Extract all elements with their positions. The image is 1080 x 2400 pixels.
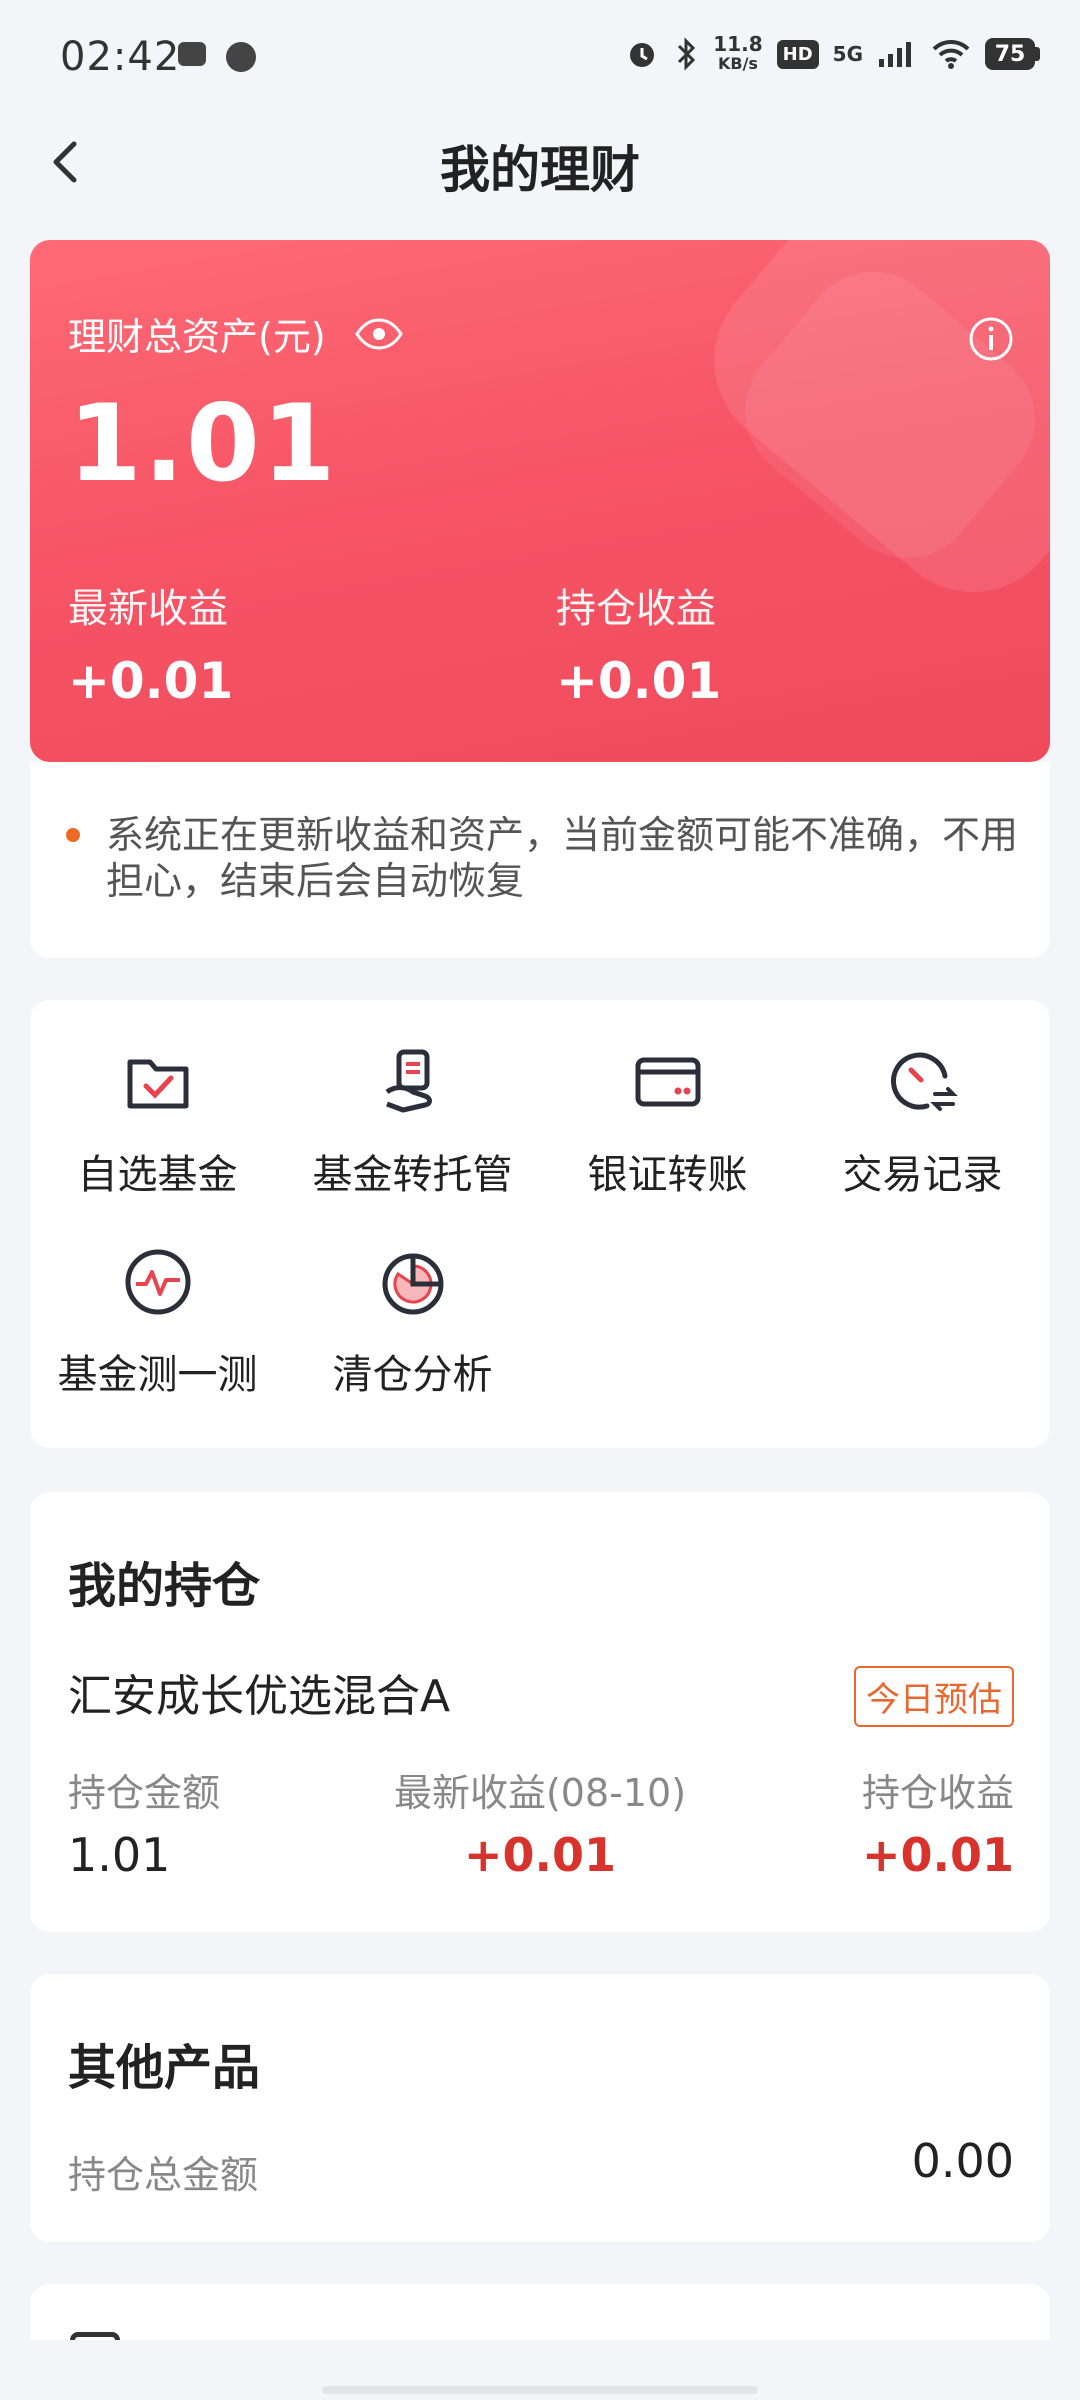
status-right-icons: 11.8 KB/s HD 5G 75	[625, 34, 1040, 74]
menu-item-label: 清仓分析	[332, 1352, 493, 1398]
status-time: 02:42	[60, 34, 181, 80]
battery-level: 75	[985, 38, 1035, 70]
menu-item-label: 基金转托管	[312, 1152, 513, 1198]
status-bar: 02:42 11.8 KB/s HD 5G 75	[0, 0, 1080, 120]
holding-profit-value: +0.01	[861, 1828, 1014, 1882]
total-assets-value: 1.01	[68, 382, 338, 505]
total-assets-label-row: 理财总资产(元)	[68, 306, 404, 361]
menu-item-label: 银证转账	[587, 1152, 748, 1198]
home-indicator[interactable]	[322, 2386, 758, 2394]
signal-icon	[879, 42, 911, 67]
alarm-icon	[630, 43, 655, 67]
network-speed: 11.8 KB/s	[713, 34, 762, 74]
battery-icon: 75	[985, 38, 1040, 70]
page-header: 我的理财	[0, 120, 1080, 210]
other-products-title: 其他产品	[68, 2040, 261, 2096]
holding-profit-label: 持仓收益	[861, 1771, 1014, 1815]
notice-text: 系统正在更新收益和资产，当前金额可能不准确，不用担心，结束后会自动恢复	[106, 813, 1019, 903]
holding-profit-value: +0.01	[556, 652, 722, 710]
holding-profit-block: 持仓收益 +0.01	[556, 576, 721, 710]
latest-profit-label: 最新收益	[68, 586, 228, 632]
menu-item-trade-records[interactable]: 交易记录	[795, 1000, 1050, 1198]
card-icon	[635, 1057, 700, 1107]
eye-icon[interactable]	[354, 317, 404, 351]
menu-item-liquidation-analysis[interactable]: 清仓分析	[285, 1200, 540, 1398]
info-icon[interactable]	[968, 316, 1014, 362]
fund-name[interactable]: 汇安成长优选混合A	[68, 1660, 450, 1724]
transfer-custody-icon	[385, 1049, 432, 1113]
clock-exchange-icon	[890, 1052, 958, 1111]
other-total-value: 0.00	[911, 2134, 1014, 2188]
battery-tip	[1035, 47, 1040, 61]
total-assets-card: 理财总资产(元) 1.01 最新收益 +0.01 持仓收益 +0.01	[30, 240, 1050, 762]
wifi-icon	[932, 39, 970, 69]
latest-profit-value: +0.01	[68, 652, 234, 710]
latest-profit-block: 最新收益 +0.01	[68, 576, 233, 710]
menu-item-fund-transfer-custody[interactable]: 基金转托管	[285, 1000, 540, 1198]
status-notification-icons	[178, 42, 256, 72]
today-estimate-badge: 今日预估	[854, 1666, 1014, 1727]
other-products-card[interactable]: 其他产品 持仓总金额 0.00	[30, 1974, 1050, 2242]
menu-item-label: 自选基金	[77, 1152, 238, 1198]
notice-dot-icon	[66, 828, 80, 842]
menu-item-fund-test[interactable]: 基金测一测	[30, 1200, 285, 1398]
my-holdings-card[interactable]: 我的持仓 汇安成长优选混合A 今日预估 持仓金额 最新收益(08-10) 持仓收…	[30, 1492, 1050, 1932]
network-speed-unit: KB/s	[717, 54, 758, 73]
folder-check-icon	[127, 1059, 188, 1109]
network-speed-value: 11.8	[713, 32, 763, 56]
holdings-title: 我的持仓	[68, 1558, 261, 1614]
menu-item-watchlist-funds[interactable]: 自选基金	[30, 1000, 285, 1198]
pie-chart-icon	[382, 1253, 443, 1315]
total-assets-label: 理财总资产(元)	[68, 315, 326, 359]
globe-icon	[226, 42, 256, 72]
menu-item-bank-securities-transfer[interactable]: 银证转账	[540, 1000, 795, 1198]
holding-profit-label: 持仓收益	[556, 586, 716, 632]
pulse-icon	[125, 1249, 190, 1315]
update-notice: 系统正在更新收益和资产，当前金额可能不准确，不用担心，结束后会自动恢复	[30, 762, 1050, 958]
menu-item-label: 交易记录	[842, 1152, 1003, 1198]
bilibili-icon	[178, 42, 206, 66]
menu-item-label: 基金测一测	[57, 1352, 258, 1398]
quick-menu: 自选基金 基金转托管 银证转账 交易记录 基金测一测 清仓分析	[30, 1000, 1050, 1448]
bluetooth-icon	[678, 37, 696, 71]
network-type: 5G	[832, 42, 863, 66]
page-title: 我的理财	[440, 141, 640, 199]
other-total-label: 持仓总金额	[68, 2153, 259, 2197]
hd-badge: HD	[776, 39, 819, 69]
